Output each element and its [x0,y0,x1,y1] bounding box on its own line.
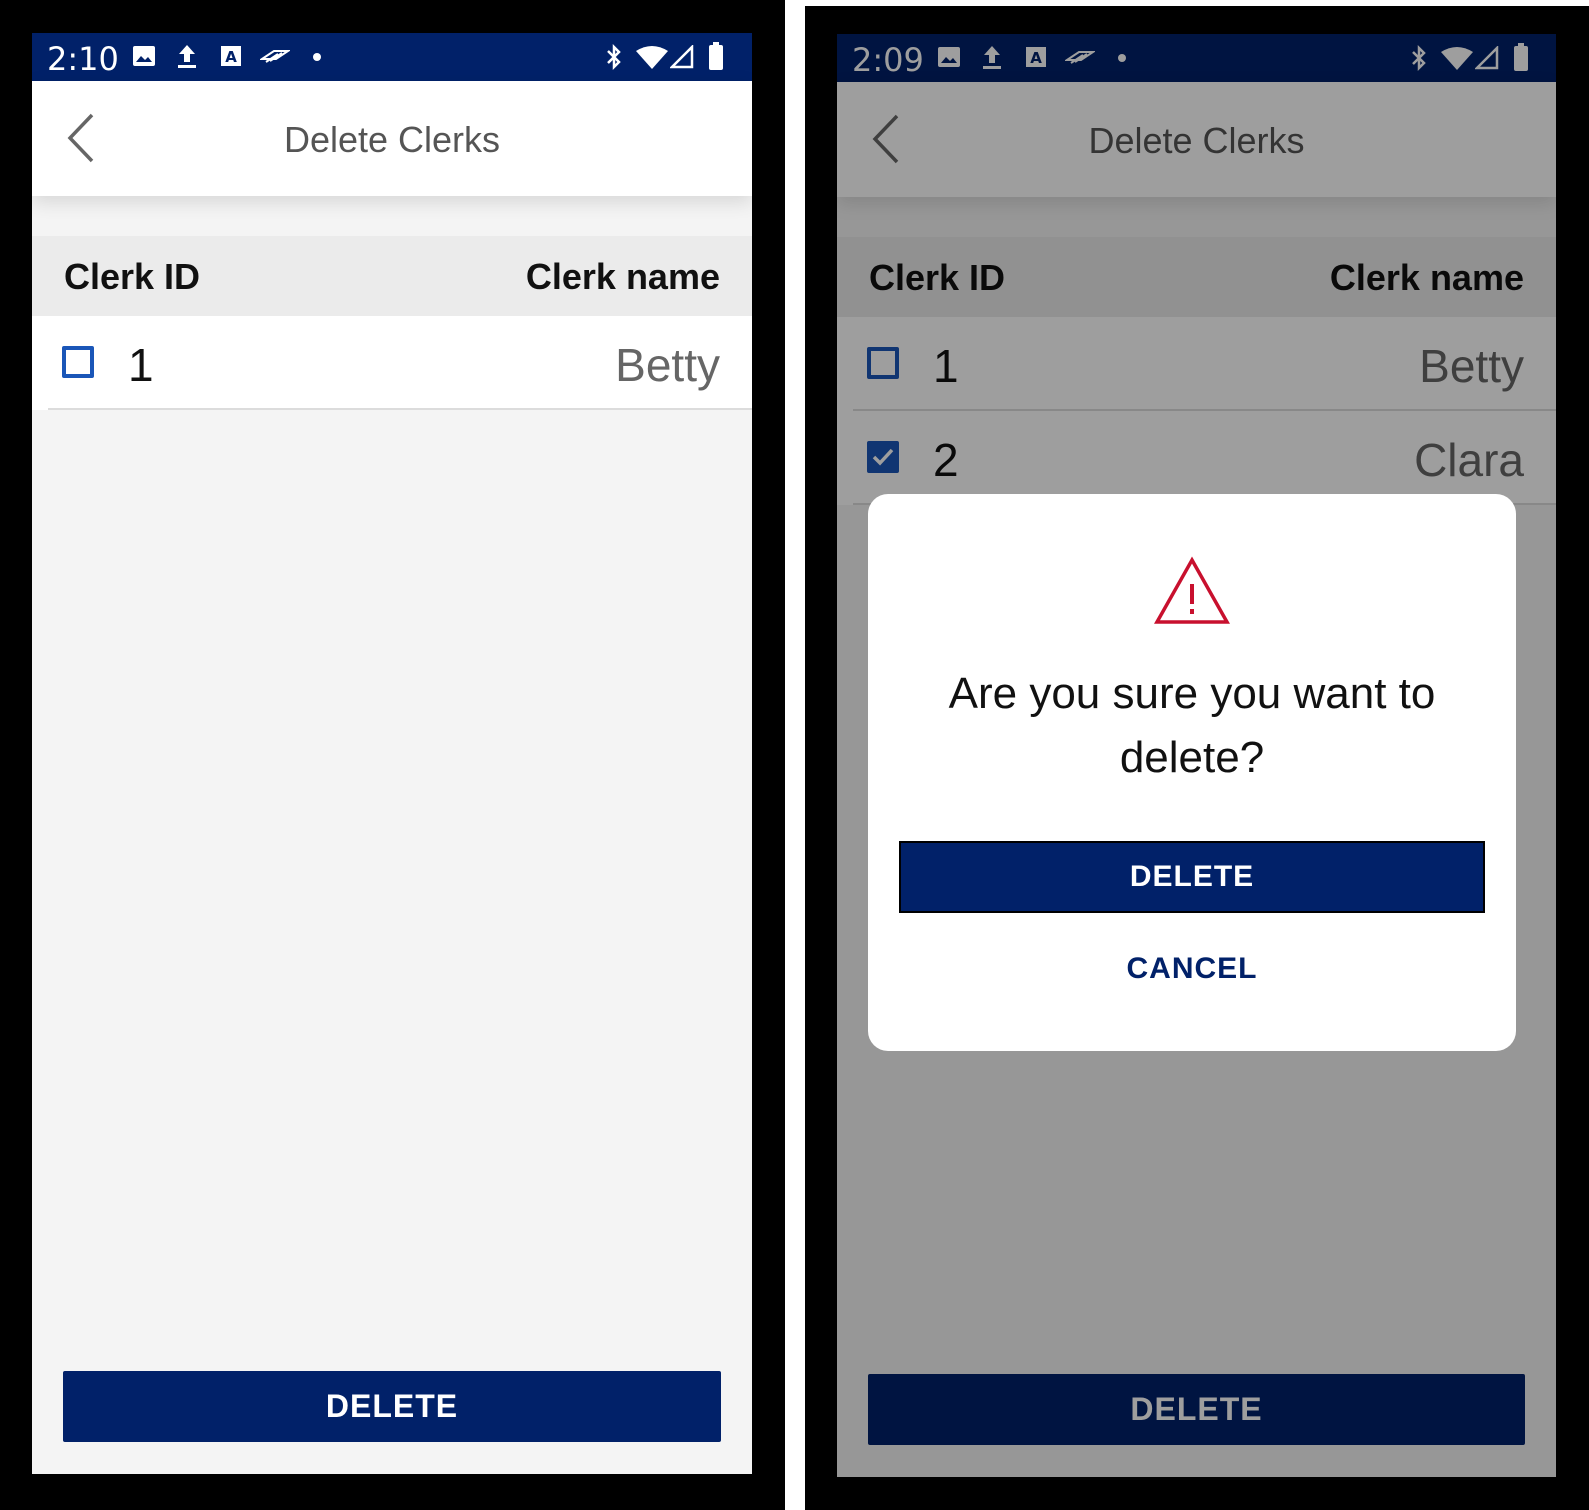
dot-icon [313,53,321,61]
warning-icon [1154,556,1230,624]
cancel-button[interactable]: CANCEL [899,939,1485,999]
dialog-message: Are you sure you want to delete? [948,669,1436,782]
upload-icon [178,45,196,68]
column-header-clerk-name: Clerk name [525,256,720,297]
clerk-id-cell: 1 [128,339,154,391]
confirm-dialog: Are you sure you want to delete? DELETE … [868,494,1516,1051]
row-checkbox[interactable] [62,346,94,378]
status-time: 2:10 [47,40,119,78]
clerk-name-cell: Betty [615,339,720,391]
image-icon [133,46,155,66]
bluetooth-icon [607,43,621,71]
row-divider [48,408,752,410]
confirm-delete-button[interactable]: DELETE [899,841,1485,913]
signal-icon [670,45,694,69]
a-icon: A [221,46,241,66]
wifi-icon [636,46,668,69]
battery-icon [709,42,723,70]
page-title: Delete Clerks [283,119,501,160]
status-bar: 2:10 A [32,33,752,81]
table-row[interactable]: 1 Betty [32,316,752,410]
bank-icon [260,50,290,63]
phone-right: 2:09 A Delete Clerks Clerk ID Clerk name… [805,6,1589,1510]
screen: 2:10 A Delete Clerks Clerk ID Clerk name… [32,33,752,1474]
screen: 2:09 A Delete Clerks Clerk ID Clerk name… [837,34,1556,1477]
column-header-clerk-id: Clerk ID [64,256,201,297]
table-header: Clerk ID Clerk name [32,236,752,316]
delete-button[interactable]: DELETE [63,1371,721,1442]
app-bar: Delete Clerks [32,81,752,196]
phone-left: 2:10 A Delete Clerks Clerk ID Clerk name… [0,0,785,1510]
svg-text:A: A [225,48,237,66]
